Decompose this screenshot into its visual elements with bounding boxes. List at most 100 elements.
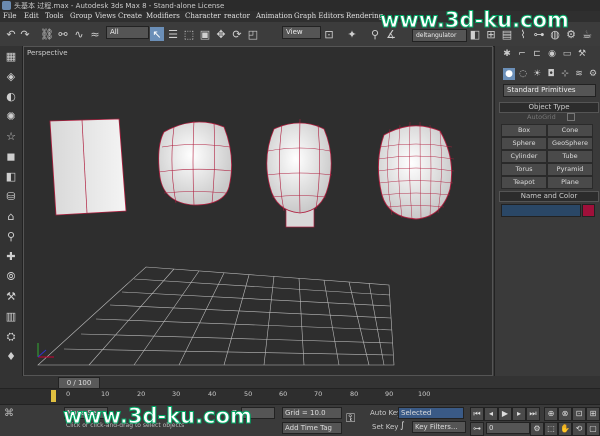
menu-create[interactable]: Create xyxy=(118,12,142,20)
goto-end-icon[interactable]: ⏭ xyxy=(526,407,540,421)
modifier-icon[interactable]: ⚒ xyxy=(4,290,18,304)
box-object[interactable] xyxy=(49,118,127,216)
prev-frame-icon[interactable]: ◂ xyxy=(484,407,498,421)
key-mode-toggle-icon[interactable]: ⊶ xyxy=(470,422,484,436)
add-time-tag-button[interactable]: Add Time Tag xyxy=(282,422,342,434)
select-object-icon[interactable]: ↖ xyxy=(150,27,164,41)
key-filters-button[interactable]: Key Filters... xyxy=(412,421,466,433)
object-color-swatch[interactable] xyxy=(582,204,595,217)
bind-space-warp-icon[interactable]: ∿ xyxy=(72,27,86,41)
select-move-icon[interactable]: ✥ xyxy=(214,27,228,41)
set-key-button[interactable]: Set Key xyxy=(372,423,398,431)
track-bar[interactable]: 0 10 20 30 40 50 60 70 80 90 100 xyxy=(0,388,600,405)
tube-button[interactable]: Tube xyxy=(547,150,593,163)
lights-icon[interactable]: ◐ xyxy=(4,90,18,104)
cameras-category-icon[interactable]: ◘ xyxy=(545,68,557,80)
menu-modifiers[interactable]: Modifiers xyxy=(146,12,180,20)
menu-tools[interactable]: Tools xyxy=(45,12,63,20)
menu-group[interactable]: Group xyxy=(70,12,92,20)
shapes-icon[interactable]: ◈ xyxy=(4,70,18,84)
unlink-icon[interactable]: ⚯ xyxy=(56,27,70,41)
hierarchy-tab-icon[interactable]: ⊏ xyxy=(531,48,543,60)
squiggle-icon[interactable]: ≈ xyxy=(88,27,102,41)
head-object-dense[interactable] xyxy=(377,121,455,220)
auto-key-button[interactable]: Auto Key xyxy=(370,409,401,417)
walk-icon[interactable]: ♦ xyxy=(4,350,18,364)
track-bar-handle[interactable] xyxy=(51,390,56,402)
key-curve-icon[interactable]: ∫ xyxy=(400,421,405,431)
space-warp-icon[interactable]: ⦾ xyxy=(4,270,18,284)
menu-graph-editors[interactable]: Graph Editors xyxy=(294,12,344,20)
geosphere-button[interactable]: GeoSphere xyxy=(547,137,593,150)
display-tab-icon[interactable]: ▭ xyxy=(561,48,573,60)
box-button[interactable]: Box xyxy=(501,124,547,137)
plane-button[interactable]: Plane xyxy=(547,176,593,189)
camera-icon[interactable]: ⛭ xyxy=(4,330,18,344)
sphere-button[interactable]: Sphere xyxy=(501,137,547,150)
ffd-icon[interactable]: ▥ xyxy=(4,310,18,324)
menu-reactor[interactable]: reactor xyxy=(224,12,250,20)
head-object-neck[interactable] xyxy=(266,118,333,228)
loft-icon[interactable]: ⌂ xyxy=(4,210,18,224)
utilities-tab-icon[interactable]: ⚒ xyxy=(576,48,588,60)
rect-selection-icon[interactable]: ⬚ xyxy=(182,27,196,41)
menu-character[interactable]: Character xyxy=(185,12,221,20)
patch-icon[interactable]: ◧ xyxy=(4,170,18,184)
autogrid-checkbox[interactable] xyxy=(567,113,575,121)
systems-category-icon[interactable]: ⚙ xyxy=(587,68,599,80)
undo-icon[interactable]: ↶ xyxy=(4,27,18,41)
current-frame-field[interactable]: 0 xyxy=(486,422,530,434)
goto-start-icon[interactable]: ⏮ xyxy=(470,407,484,421)
particles-icon[interactable]: ✺ xyxy=(4,110,18,124)
primitive-category-dropdown[interactable]: Standard Primitives xyxy=(503,84,596,97)
geometry-category-icon[interactable]: ● xyxy=(503,68,515,80)
object-type-rollout[interactable]: Object Type xyxy=(499,102,599,113)
teapot-button[interactable]: Teapot xyxy=(501,176,547,189)
cylinder-icon[interactable]: ⛁ xyxy=(4,190,18,204)
menu-rendering[interactable]: Rendering xyxy=(346,12,383,20)
create-tab-icon[interactable]: ✱ xyxy=(501,48,513,60)
menu-file[interactable]: File xyxy=(3,12,16,20)
next-frame-icon[interactable]: ▸ xyxy=(512,407,526,421)
name-color-rollout[interactable]: Name and Color xyxy=(499,191,599,202)
head-object-low[interactable] xyxy=(158,120,233,206)
lights-category-icon[interactable]: ☀ xyxy=(531,68,543,80)
box-primitive-icon[interactable]: ▦ xyxy=(4,50,18,64)
menu-animation[interactable]: Animation xyxy=(256,12,292,20)
cylinder-button[interactable]: Cylinder xyxy=(501,150,547,163)
selection-filter-dropdown[interactable]: All xyxy=(106,26,149,39)
maximize-viewport-icon[interactable]: ▢ xyxy=(586,422,600,436)
bone-icon[interactable]: ⚲ xyxy=(4,230,18,244)
key-mode-dropdown[interactable]: Selected xyxy=(398,407,464,419)
helpers-category-icon[interactable]: ⊹ xyxy=(559,68,571,80)
pyramid-button[interactable]: Pyramid xyxy=(547,163,593,176)
select-scale-icon[interactable]: ◰ xyxy=(246,27,260,41)
spacewarps-category-icon[interactable]: ≋ xyxy=(573,68,585,80)
torus-button[interactable]: Torus xyxy=(501,163,547,176)
dummy-icon[interactable]: ✚ xyxy=(4,250,18,264)
ref-coord-dropdown[interactable]: View xyxy=(282,26,321,39)
zoom-all-icon[interactable]: ⊗ xyxy=(558,407,572,421)
select-rotate-icon[interactable]: ⟳ xyxy=(230,27,244,41)
zoom-icon[interactable]: ⊕ xyxy=(544,407,558,421)
modify-tab-icon[interactable]: ⌐ xyxy=(516,48,528,60)
motion-tab-icon[interactable]: ◉ xyxy=(546,48,558,60)
region-zoom-icon[interactable]: ⬚ xyxy=(544,422,558,436)
zoom-extents-icon[interactable]: ⊡ xyxy=(572,407,586,421)
pivot-icon[interactable]: ⊡ xyxy=(322,27,336,41)
play-icon[interactable]: ▶ xyxy=(498,407,512,421)
select-by-name-icon[interactable]: ☰ xyxy=(166,27,180,41)
shapes-category-icon[interactable]: ◌ xyxy=(517,68,529,80)
redo-icon[interactable]: ↷ xyxy=(18,27,32,41)
helpers-icon[interactable]: ☆ xyxy=(4,130,18,144)
cone-button[interactable]: Cone xyxy=(547,124,593,137)
quick-render-icon[interactable]: ☕ xyxy=(580,27,594,41)
geometry-icon[interactable]: ◼ xyxy=(4,150,18,164)
menu-views[interactable]: Views xyxy=(95,12,116,20)
pan-icon[interactable]: ✋ xyxy=(558,422,572,436)
object-name-field[interactable] xyxy=(501,204,581,217)
maxscript-icon[interactable]: ⌘ xyxy=(4,408,14,419)
manipulate-icon[interactable]: ✦ xyxy=(345,27,359,41)
key-icon[interactable]: ⚿ xyxy=(346,411,355,426)
window-crossing-icon[interactable]: ▣ xyxy=(198,27,212,41)
